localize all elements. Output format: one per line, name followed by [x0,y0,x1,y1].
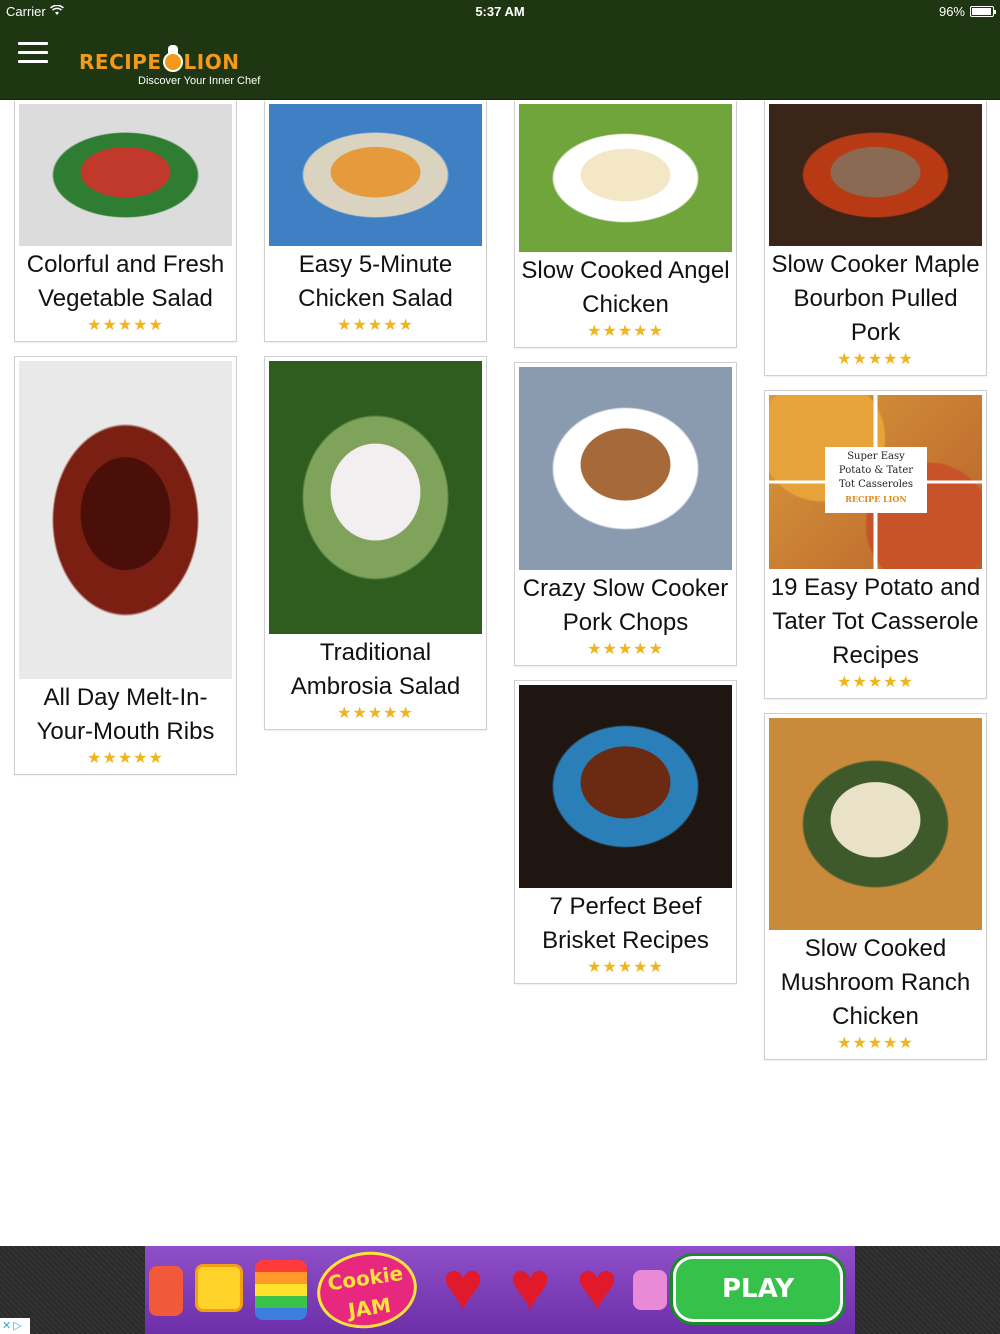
star-rating: ★★★★★ [337,317,414,334]
recipe-title[interactable]: 7 Perfect Beef Brisket Recipes [519,890,732,958]
star-rating: ★★★★★ [587,959,664,976]
star-rating: ★★★★★ [837,1035,914,1052]
ad-banner[interactable]: CookieJAM ♥ ♥ ♥ PLAY FREE! [145,1246,855,1334]
recipe-grid: Colorful and Fresh Vegetable Salad ★★★★★ A… [0,101,1000,1246]
cookie-jam-logo: Cookie JAM [312,1246,422,1334]
recipe-title[interactable]: 19 Easy Potato and Tater Tot Casserole R… [769,571,982,673]
candy-decoration [255,1260,307,1320]
star-rating: ★★★★★ [587,323,664,340]
overlay-line: RECIPE LION [845,494,907,504]
recipe-title[interactable]: All Day Melt-In-Your-Mouth Ribs [19,681,232,749]
status-bar: Carrier 5:37 AM 96% [0,0,1000,22]
candy-decoration [633,1270,667,1310]
logo-text-right: LION [183,50,240,74]
overlay-line: Potato & Tater [838,465,914,476]
bbq-ribs-photo [19,361,232,679]
casserole-collage-photo: Super Easy Potato & Tater Tot Casseroles RE… [769,395,982,569]
recipe-card[interactable]: Super Easy Potato & Tater Tot Casseroles RE… [764,390,987,699]
casserole-overlay-label: Super Easy Potato & Tater Tot Casseroles RE… [825,447,927,513]
star-rating: ★★★★★ [337,705,414,722]
heart-icon: ♥ [442,1247,484,1325]
battery-icon [970,6,996,17]
recipe-card[interactable]: Slow Cooker Maple Bourbon Pulled Pork ★★★… [764,101,987,376]
pulled-pork-photo [769,104,982,246]
mushroom-ranch-chicken-photo [769,718,982,930]
recipe-card[interactable]: All Day Melt-In-Your-Mouth Ribs ★★★★★ [14,356,237,775]
recipe-title[interactable]: Colorful and Fresh Vegetable Salad [19,248,232,316]
logo-tagline: Discover Your Inner Chef [138,75,261,87]
chicken-salad-photo [269,104,482,246]
ad-bar: CookieJAM ♥ ♥ ♥ PLAY FREE! ✕▷ [0,1246,1000,1334]
ad-play-free-button[interactable]: PLAY FREE! [673,1256,843,1322]
recipe-title[interactable]: Slow Cooked Mushroom Ranch Chicken [769,932,982,1034]
recipe-card[interactable]: Slow Cooked Mushroom Ranch Chicken ★★★★★ [764,713,987,1060]
hamburger-menu-icon[interactable] [18,42,48,68]
candy-decoration [149,1266,183,1316]
app-header: RECIPE LION Discover Your Inner Chef [0,22,1000,100]
chef-lion-icon [162,45,183,72]
ad-close-icon[interactable]: ✕ [2,1319,11,1333]
recipe-title[interactable]: Slow Cooker Maple Bourbon Pulled Pork [769,248,982,350]
ad-info-icon[interactable]: ▷ [13,1319,21,1333]
recipe-title[interactable]: Crazy Slow Cooker Pork Chops [519,572,732,640]
battery-percent: 96% [938,4,965,19]
candy-decoration [195,1264,243,1312]
vegetable-salad-photo [19,104,232,246]
recipe-column-1: Colorful and Fresh Vegetable Salad ★★★★★ A… [14,101,237,789]
overlay-line: Super Easy [847,451,905,462]
adchoices-icon[interactable]: ✕ ▷ [0,1318,30,1334]
status-right: 96% [938,4,996,19]
pork-chops-photo [519,367,732,570]
star-rating: ★★★★★ [587,641,664,658]
star-rating: ★★★★★ [837,674,914,691]
recipe-title[interactable]: Slow Cooked Angel Chicken [519,254,732,322]
recipe-column-4: Slow Cooker Maple Bourbon Pulled Pork ★★★… [764,101,987,1074]
recipelion-logo[interactable]: RECIPE LION Discover Your Inner Chef [79,45,260,87]
recipe-title[interactable]: Traditional Ambrosia Salad [269,636,482,704]
recipe-title[interactable]: Easy 5-Minute Chicken Salad [269,248,482,316]
recipe-card[interactable]: Colorful and Fresh Vegetable Salad ★★★★★ [14,101,237,342]
logo-text-left: RECIPE [79,50,162,74]
heart-icon: ♥ [509,1247,551,1325]
star-rating: ★★★★★ [87,750,164,767]
star-rating: ★★★★★ [87,317,164,334]
recipe-card[interactable]: Easy 5-Minute Chicken Salad ★★★★★ [264,101,487,342]
beef-brisket-photo [519,685,732,888]
recipe-column-2: Easy 5-Minute Chicken Salad ★★★★★ Traditio… [264,101,487,744]
angel-chicken-photo [519,104,732,252]
recipe-card[interactable]: Crazy Slow Cooker Pork Chops ★★★★★ [514,362,737,666]
recipe-card[interactable]: Traditional Ambrosia Salad ★★★★★ [264,356,487,730]
recipe-card[interactable]: Slow Cooked Angel Chicken ★★★★★ [514,101,737,348]
recipe-card[interactable]: 7 Perfect Beef Brisket Recipes ★★★★★ [514,680,737,984]
overlay-line: Tot Casseroles [839,479,913,490]
battery-fill [972,8,992,15]
star-rating: ★★★★★ [837,351,914,368]
recipe-column-3: Slow Cooked Angel Chicken ★★★★★ Crazy Slow… [514,101,737,998]
ambrosia-salad-photo [269,361,482,634]
status-time: 5:37 AM [475,4,525,19]
heart-icon: ♥ [576,1247,618,1325]
